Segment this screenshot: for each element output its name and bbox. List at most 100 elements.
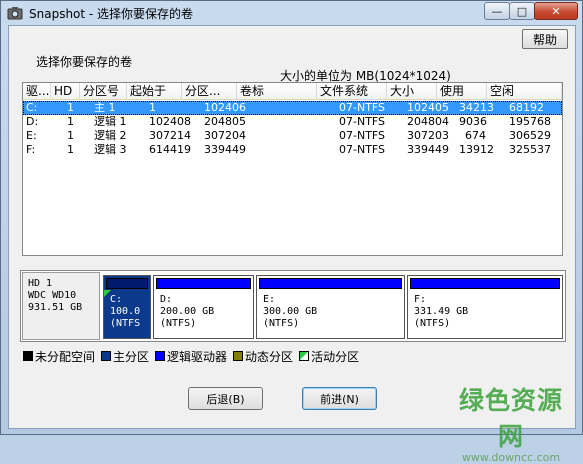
cell-label: [237, 143, 240, 157]
cell-size: 307203: [407, 129, 449, 142]
primary-swatch-icon: [101, 351, 112, 361]
legend-label: 逻辑驱动器: [167, 349, 228, 364]
next-button[interactable]: 前进(N): [302, 387, 377, 410]
cell-free: 325537: [509, 143, 551, 156]
cell-used: 13912: [459, 143, 494, 156]
partition-size: 331.49 GB: [414, 306, 469, 317]
volume-list-header: 驱... HD 分区号 起始于 分区... 卷标 文件系统 大小 使用 空闲: [23, 83, 562, 100]
legend-active: 活动分区: [299, 348, 359, 365]
cell-drive: C:: [26, 101, 38, 114]
watermark-title: 绿色资源网: [458, 386, 563, 451]
maximize-icon: □: [516, 4, 528, 18]
column-header-partition-no[interactable]: 分区号: [80, 83, 127, 100]
close-button[interactable]: ✕: [534, 2, 578, 20]
cell-hd: 1: [67, 129, 74, 142]
partition-e[interactable]: E: 300.00 GB (NTFS): [256, 275, 405, 339]
cell-label: [237, 129, 240, 143]
cell-partition-no: 逻辑 2: [94, 129, 127, 142]
partition-drive: E:: [263, 294, 276, 305]
cell-filesystem: 07-NTFS: [339, 129, 386, 142]
unallocated-swatch-icon: [23, 351, 33, 361]
disk-capacity: 931.51 GB: [28, 302, 83, 313]
minimize-button[interactable]: —: [484, 2, 510, 20]
column-header-label[interactable]: 卷标: [237, 83, 317, 100]
legend-label: 未分配空间: [35, 349, 96, 364]
cell-filesystem: 07-NTFS: [339, 115, 386, 128]
legend-label: 活动分区: [311, 349, 360, 364]
partition-d[interactable]: D: 200.00 GB (NTFS): [153, 275, 254, 339]
legend-dynamic: 动态分区: [233, 348, 293, 365]
cell-drive: E:: [26, 129, 37, 142]
column-header-filesystem[interactable]: 文件系统: [317, 83, 387, 100]
disk-id: HD 1: [28, 278, 53, 289]
table-row[interactable]: C: 1 主 1 1 102406 07-NTFS 102405 34213 6…: [23, 101, 562, 115]
cell-free: 306529: [509, 129, 551, 142]
title-bar[interactable]: Snapshot - 选择你要保存的卷 — □ ✕: [1, 1, 582, 25]
partition-fs: (NTFS: [110, 318, 141, 329]
column-header-free[interactable]: 空闲: [487, 83, 562, 100]
cell-start: 1: [149, 101, 156, 114]
partition-size: 100.0: [110, 306, 141, 317]
disk-model: WDC WD10: [28, 290, 77, 301]
table-row[interactable]: F: 1 逻辑 3 614419 339449 07-NTFS 339449 1…: [23, 143, 562, 157]
legend-label: 动态分区: [245, 349, 294, 364]
cell-hd: 1: [67, 143, 74, 156]
cell-drive: F:: [26, 143, 36, 156]
active-swatch-icon: [299, 351, 310, 361]
cell-hd: 1: [67, 115, 74, 128]
cell-free: 68192: [509, 101, 544, 114]
legend-primary: 主分区: [101, 348, 149, 365]
partition-bar: [156, 278, 251, 289]
close-icon: ✕: [551, 4, 561, 18]
column-header-start[interactable]: 起始于: [127, 83, 182, 100]
partition-drive: D:: [160, 294, 173, 305]
maximize-button[interactable]: □: [509, 2, 535, 20]
legend-logical: 逻辑驱动器: [155, 348, 227, 365]
column-header-drive[interactable]: 驱...: [23, 83, 51, 100]
partition-size: 300.00 GB: [263, 306, 318, 317]
disk-map: HD 1 WDC WD10 931.51 GB C: 100.0 (NTFS D…: [20, 270, 566, 342]
partition-bar: [259, 278, 402, 289]
cell-start: 307214: [149, 129, 191, 142]
cell-used: 674: [465, 129, 486, 142]
partition-fs: (NTFS): [414, 318, 451, 329]
snapshot-window: Snapshot - 选择你要保存的卷 — □ ✕ 帮助 选择你要保存的卷 大小…: [0, 0, 583, 464]
table-row[interactable]: D: 1 逻辑 1 102408 204805 07-NTFS 204804 9…: [23, 115, 562, 129]
table-row[interactable]: E: 1 逻辑 2 307214 307204 07-NTFS 307203 6…: [23, 129, 562, 143]
minimize-icon: —: [491, 4, 503, 18]
cell-partition-no: 主 1: [94, 101, 116, 114]
partition-bar: [106, 278, 148, 289]
column-header-used[interactable]: 使用: [437, 83, 487, 100]
partition-bar: [410, 278, 560, 289]
back-button[interactable]: 后退(B): [188, 387, 263, 410]
cell-filesystem: 07-NTFS: [339, 143, 386, 156]
column-header-partition-size[interactable]: 分区...: [182, 83, 237, 100]
cell-used: 34213: [459, 101, 494, 114]
watermark: 绿色资源网 www.downcc.com: [451, 381, 571, 464]
logical-swatch-icon: [155, 351, 166, 361]
cell-filesystem: 07-NTFS: [339, 101, 386, 114]
partition-drive: C:: [110, 294, 123, 305]
legend-unallocated: 未分配空间: [23, 348, 95, 365]
column-header-hd[interactable]: HD: [51, 83, 80, 100]
help-button[interactable]: 帮助: [522, 29, 568, 49]
partition-fs: (NTFS): [160, 318, 197, 329]
dialog-client: 帮助 选择你要保存的卷 大小的单位为 MB(1024*1024) 驱... HD…: [8, 25, 576, 464]
volume-list[interactable]: 驱... HD 分区号 起始于 分区... 卷标 文件系统 大小 使用 空闲 C…: [22, 82, 563, 256]
cell-size: 204804: [407, 115, 449, 128]
cell-partition-no: 逻辑 3: [94, 143, 127, 156]
disk-info: HD 1 WDC WD10 931.51 GB: [22, 272, 100, 340]
column-header-size[interactable]: 大小: [387, 83, 437, 100]
cell-partition-no: 逻辑 1: [94, 115, 127, 128]
partition-f[interactable]: F: 331.49 GB (NTFS): [407, 275, 563, 339]
partition-c[interactable]: C: 100.0 (NTFS: [103, 275, 151, 339]
legend-label: 主分区: [113, 349, 150, 364]
cell-label: [237, 115, 240, 129]
cell-start: 614419: [149, 143, 191, 156]
partition-size: 200.00 GB: [160, 306, 215, 317]
cell-size: 102405: [407, 101, 449, 114]
window-title: Snapshot - 选择你要保存的卷: [29, 7, 194, 21]
cell-label: [237, 101, 240, 115]
dynamic-swatch-icon: [233, 351, 244, 361]
cell-drive: D:: [26, 115, 39, 128]
